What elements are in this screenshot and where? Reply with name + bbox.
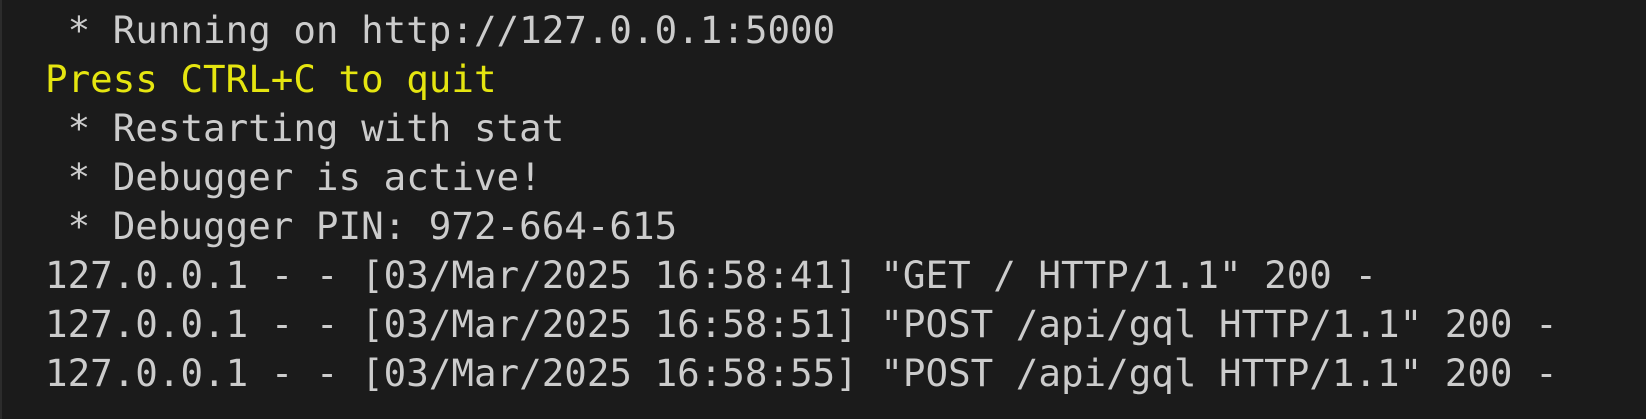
terminal-line-quit-hint: Press CTRL+C to quit xyxy=(45,57,497,101)
terminal-line-request-log: 127.0.0.1 - - [03/Mar/2025 16:58:51] "PO… xyxy=(45,302,1558,346)
terminal-line-restarting: * Restarting with stat xyxy=(45,106,565,150)
terminal-line-running-on: * Running on http://127.0.0.1:5000 xyxy=(45,8,836,52)
terminal-line-request-log: 127.0.0.1 - - [03/Mar/2025 16:58:41] "GE… xyxy=(45,253,1378,297)
terminal-output[interactable]: * Running on http://127.0.0.1:5000 Press… xyxy=(0,0,1646,419)
terminal-line-request-log: 127.0.0.1 - - [03/Mar/2025 16:58:55] "PO… xyxy=(45,351,1558,395)
terminal-line-debugger-active: * Debugger is active! xyxy=(45,155,542,199)
terminal-line-debugger-pin: * Debugger PIN: 972-664-615 xyxy=(45,204,678,248)
